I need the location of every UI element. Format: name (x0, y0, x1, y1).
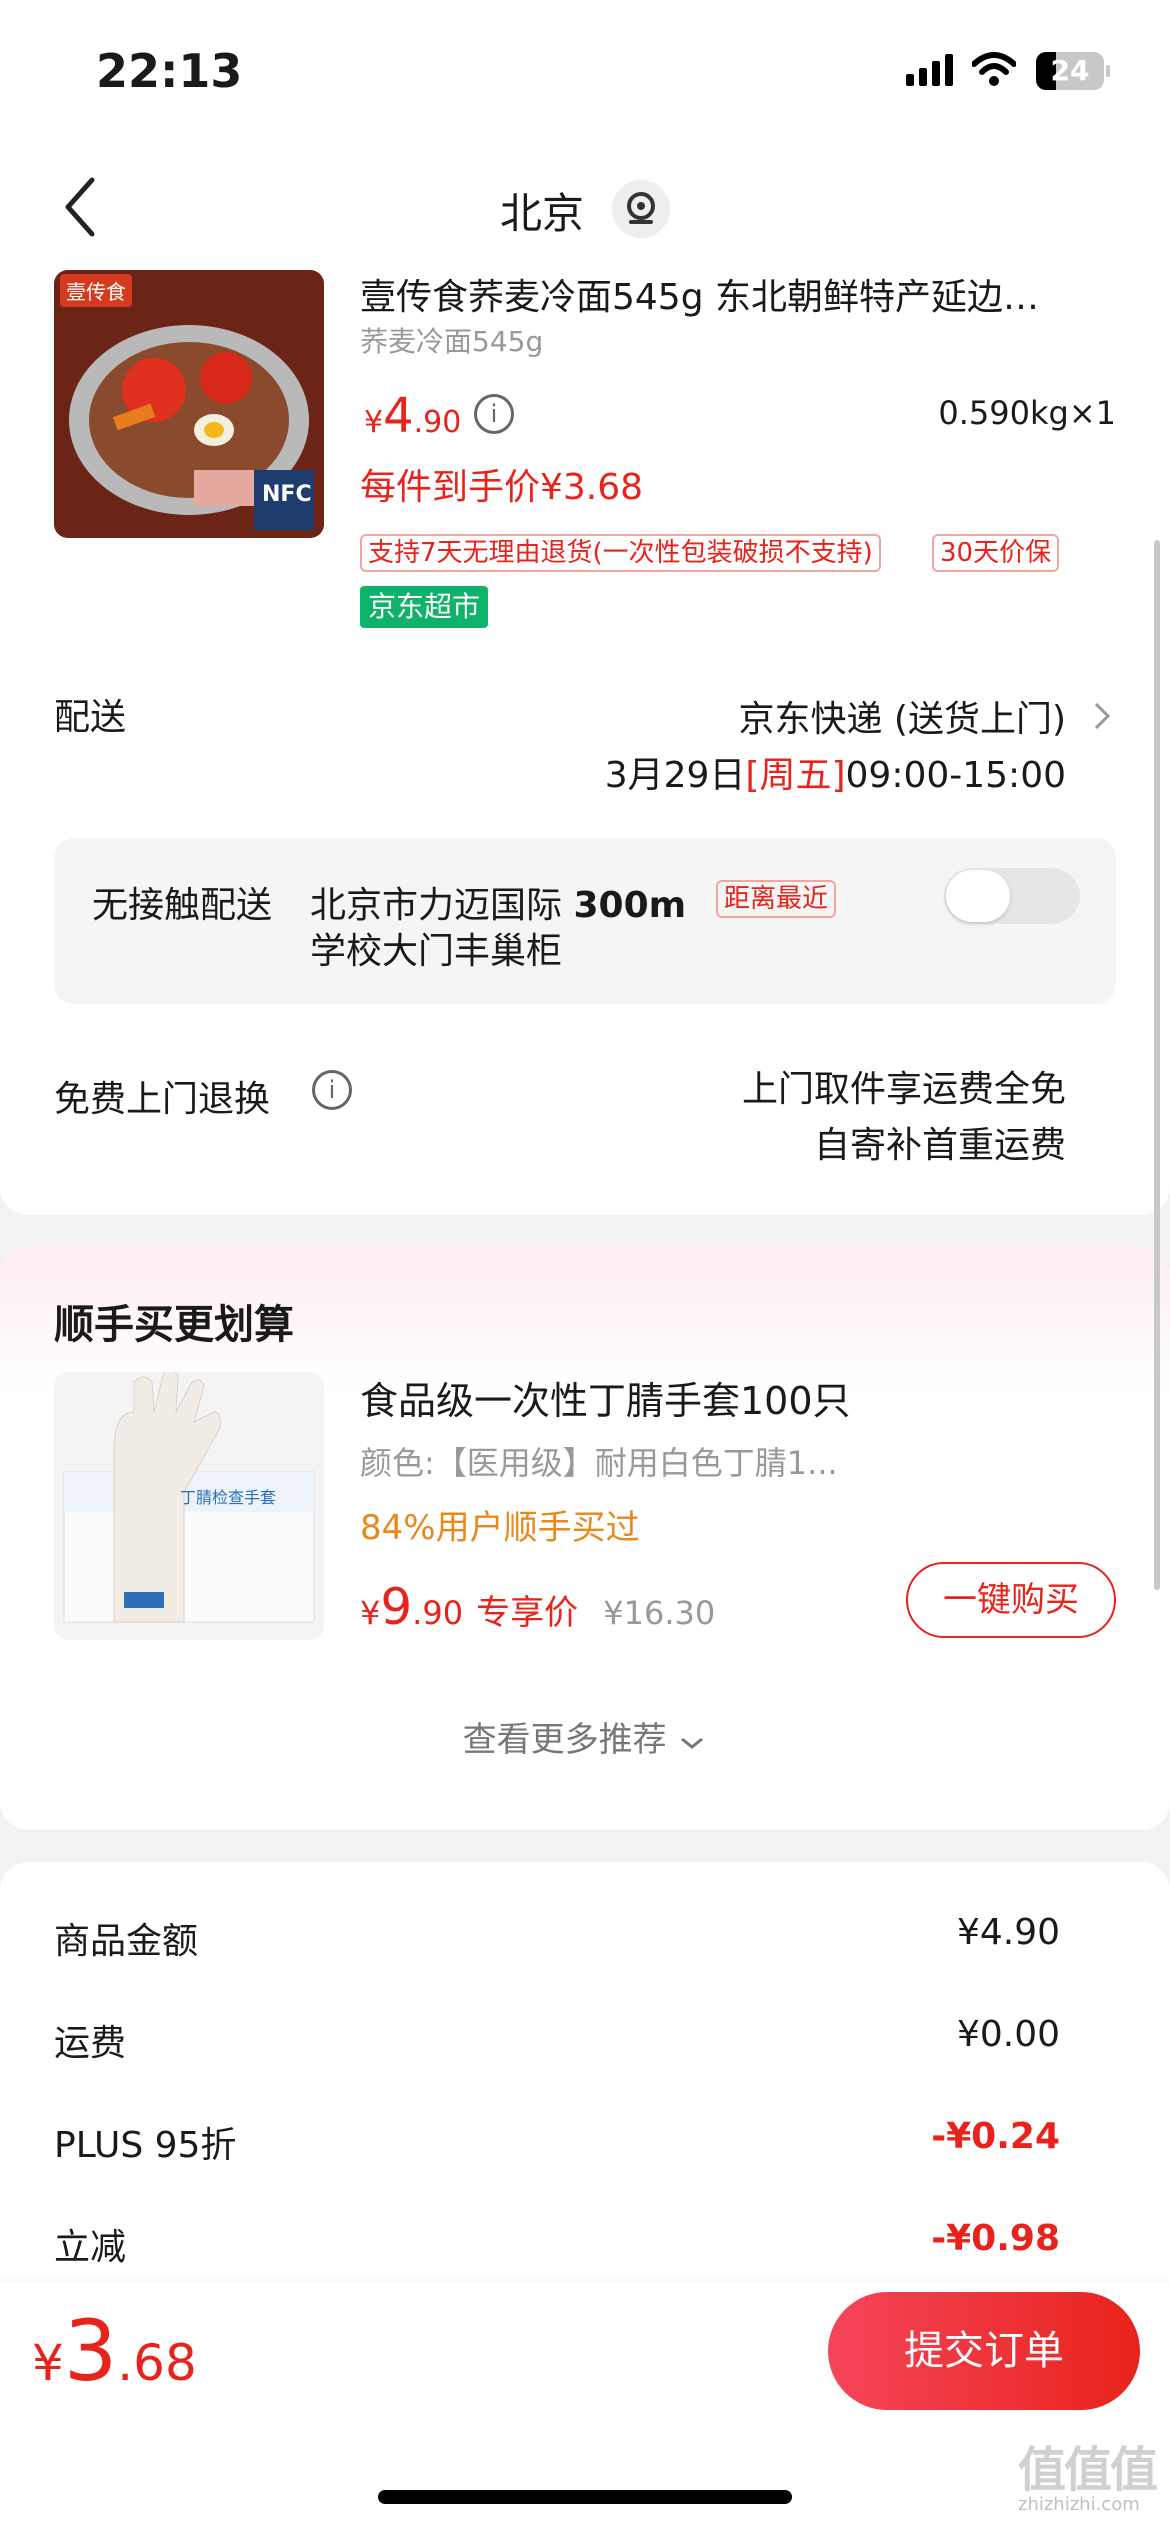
contactless-label: 无接触配送 (92, 885, 273, 926)
price-int: 4 (383, 388, 414, 444)
addon-image-box-text: 丁腈检查手套 (180, 1488, 277, 1507)
nearest-tag: 距离最近 (716, 880, 837, 918)
contactless-toggle[interactable] (944, 868, 1080, 924)
addon-section-title: 顺手买更划算 (54, 1302, 294, 1348)
summary-row-value: ¥4.90 (956, 1912, 1060, 1953)
delivery-method[interactable]: 京东快递 (送货上门) (600, 690, 1066, 742)
summary-row-label: 运费 (54, 2023, 127, 2064)
delivery-chevron-icon[interactable] (1090, 696, 1114, 736)
price-protect-tag: 30天价保 (932, 534, 1060, 572)
battery-icon: 24 (1036, 52, 1110, 90)
order-item-card (0, 0, 1170, 1215)
total-int: 3 (63, 2302, 118, 2400)
product-image-brand: 壹传食 (60, 274, 132, 307)
delivery-time[interactable]: 3月29日[周五]09:00-15:00 (540, 746, 1066, 798)
addon-price-dec: .90 (412, 1594, 464, 1632)
location-pin-icon (627, 192, 655, 224)
home-indicator (378, 2490, 792, 2504)
submit-order-button[interactable]: 提交订单 (828, 2292, 1140, 2410)
product-image-pack: NFC (262, 482, 312, 507)
summary-row-value: ¥0.00 (956, 2014, 1060, 2055)
delivery-label: 配送 (54, 697, 127, 738)
product-spec: 荞麦冷面545g (360, 325, 544, 358)
see-more-recommendations[interactable]: 查看更多推荐 (400, 1712, 770, 1762)
store-badge: 京东超市 (360, 586, 489, 628)
contactless-location: 北京市力迈国际 300m (310, 876, 686, 928)
chevron-down-icon (677, 1722, 707, 1762)
product-image[interactable]: 壹传食 NFC (54, 270, 324, 538)
toggle-knob (946, 870, 1010, 922)
product-title[interactable]: 壹传食荞麦冷面545g 东北朝鲜特产延边… (360, 268, 1120, 320)
one-click-buy-button[interactable]: 一键购买 (906, 1562, 1116, 1638)
addon-price-symbol: ¥ (360, 1594, 381, 1632)
wifi-icon (971, 52, 1017, 86)
addon-item-image[interactable]: 丁腈检查手套 (54, 1372, 324, 1640)
return-policy-tag: 支持7天无理由退货(一次性包装破损不支持) (360, 534, 881, 572)
location-button[interactable] (612, 180, 670, 238)
delivery-date: 3月29日 (604, 755, 746, 796)
price-dec: .90 (413, 405, 462, 440)
addon-price-int: 9 (380, 1578, 413, 1636)
total-dec: .68 (117, 2334, 197, 2392)
locker-distance: 300m (573, 885, 687, 926)
free-return-line1: 上门取件享运费全免 (741, 1069, 1066, 1110)
final-price: 每件到手价¥3.68 (360, 467, 644, 508)
scrollbar[interactable] (1154, 540, 1160, 1590)
summary-row-label: 商品金额 (54, 1921, 199, 1962)
addon-exclusive-label: 专享价 (476, 1593, 579, 1633)
free-return-label: 免费上门退换 (54, 1079, 271, 1120)
watermark-url: zhizhizhi.com (1018, 2494, 1140, 2515)
price-info-icon[interactable]: i (474, 394, 514, 434)
summary-row-label: PLUS 95折 (54, 2125, 237, 2166)
summary-row-label: 立减 (54, 2227, 127, 2268)
locker-name: 北京市力迈国际 (310, 885, 563, 926)
signal-icon (906, 54, 956, 88)
addon-social-proof: 84%用户顺手买过 (360, 1508, 640, 1548)
addon-price-row: ¥9.90 专享价 ¥16.30 (360, 1578, 715, 1636)
summary-row-value: -¥0.24 (931, 2116, 1060, 2157)
summary-row-value: -¥0.98 (931, 2218, 1060, 2259)
locker-address: 学校大门丰巢柜 (310, 931, 563, 972)
status-time: 22:13 (96, 44, 243, 98)
header-city[interactable]: 北京 (500, 180, 584, 241)
watermark-logo: 值值值 (1018, 2442, 1158, 2498)
battery-level: 24 (1050, 54, 1090, 87)
delivery-weekday: [周五] (745, 755, 846, 796)
free-return-info-icon[interactable]: i (312, 1070, 352, 1110)
addon-item-spec[interactable]: 颜色:【医用级】耐用白色丁腈1... (360, 1438, 838, 1484)
see-more-label: 查看更多推荐 (462, 1720, 667, 1760)
back-button[interactable] (56, 172, 106, 242)
total-symbol: ¥ (32, 2334, 64, 2392)
product-price: ¥4.90 (364, 388, 461, 444)
delivery-time-range: 09:00-15:00 (845, 755, 1066, 796)
free-return-line2: 自寄补首重运费 (813, 1125, 1066, 1166)
price-symbol: ¥ (364, 405, 384, 440)
addon-item-title[interactable]: 食品级一次性丁腈手套100只 (360, 1370, 851, 1425)
total-price: ¥3.68 (32, 2302, 197, 2400)
product-weight-qty: 0.590kg×1 (938, 394, 1116, 432)
addon-original-price: ¥16.30 (603, 1594, 716, 1632)
